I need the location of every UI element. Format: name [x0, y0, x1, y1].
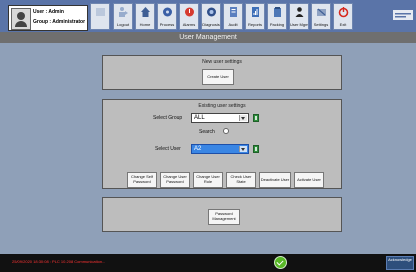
- logout-icon: [119, 7, 128, 17]
- toolbar-label: Packing: [269, 22, 285, 27]
- top-toolbar: User : Admin Group : Administrator Logou…: [0, 0, 416, 32]
- toolbar-button-audit[interactable]: Audit: [223, 3, 243, 30]
- group-refresh-icon[interactable]: [253, 114, 259, 122]
- user-select-value: A2: [194, 146, 202, 152]
- status-message: 25/09/2020 18:30:08 : PLC 10.208 Communi…: [12, 259, 106, 264]
- existing-user-panel: Existing user settings Select Group ALL …: [102, 99, 342, 189]
- change-self-password-button[interactable]: Change Self Password: [127, 172, 157, 188]
- user-management-icon: [295, 7, 304, 17]
- password-management-panel: Password Management: [102, 197, 342, 232]
- toolbar-label: Alarms: [182, 22, 196, 27]
- toolbar-button-packing[interactable]: Packing: [267, 3, 287, 30]
- toolbar-button-reports[interactable]: Reports: [245, 3, 265, 30]
- toolbar-label: Logout: [116, 22, 130, 27]
- toolbar-button-user-mgmt[interactable]: User Mgmt: [289, 3, 309, 30]
- toolbar-button-settings[interactable]: Settings: [311, 3, 331, 30]
- blank-icon: [96, 8, 105, 16]
- create-user-button[interactable]: Create User: [202, 69, 234, 85]
- group-select[interactable]: ALL: [191, 113, 249, 123]
- toolbar-label: Diagnosis: [202, 22, 220, 27]
- existing-user-title: Existing user settings: [198, 103, 246, 109]
- new-user-title: New user settings: [202, 59, 242, 65]
- select-group-label: Select Group: [153, 115, 183, 121]
- chevron-down-icon: [239, 146, 247, 152]
- packing-icon: [274, 7, 281, 17]
- alarm-icon: [185, 7, 194, 17]
- reports-icon: [252, 7, 259, 17]
- toolbar-label: Process: [159, 22, 175, 27]
- new-user-panel: New user settings Create User: [102, 55, 342, 90]
- toolbar-label: Reports: [247, 22, 262, 27]
- change-user-role-button[interactable]: Change User Role: [193, 172, 223, 188]
- deactivate-user-button[interactable]: Deactivate User: [259, 172, 291, 188]
- toolbar-button-home[interactable]: Home: [135, 3, 155, 30]
- toolbar-label: Exit: [339, 22, 347, 27]
- page-title: User Management: [0, 32, 416, 43]
- power-icon: [338, 7, 349, 18]
- toolbar-label: Settings: [313, 22, 329, 27]
- toolbar-label: Home: [139, 22, 151, 27]
- acknowledge-button[interactable]: Acknowledge: [386, 256, 414, 270]
- change-user-password-button[interactable]: Change User Password: [160, 172, 190, 188]
- toolbar-label: Audit: [228, 22, 238, 27]
- toolbar-label: User Mgmt: [290, 22, 308, 27]
- chevron-down-icon: [239, 115, 247, 121]
- toolbar-button-exit[interactable]: Exit: [333, 3, 353, 30]
- search-label: Search: [199, 129, 215, 135]
- process-icon: [163, 7, 172, 17]
- select-user-label: Select User: [155, 146, 181, 152]
- settings-icon: [317, 8, 326, 16]
- brand-logo: [391, 6, 415, 26]
- status-ok-icon: [274, 256, 287, 269]
- brand-logo-icon: [393, 10, 413, 20]
- password-management-button[interactable]: Password Management: [208, 209, 240, 225]
- toolbar-button-logout[interactable]: Logout: [113, 3, 133, 30]
- search-toggle[interactable]: [223, 128, 229, 134]
- group-label: Group : Administrator: [33, 19, 86, 25]
- home-icon: [141, 7, 150, 17]
- toolbar-button-alarms[interactable]: Alarms: [179, 3, 199, 30]
- audit-icon: [230, 7, 237, 17]
- diagnosis-icon: [207, 7, 216, 17]
- toolbar-button-diagnosis[interactable]: Diagnosis: [201, 3, 221, 30]
- check-user-state-button[interactable]: Check User State: [226, 172, 256, 188]
- status-bar: 25/09/2020 18:30:08 : PLC 10.208 Communi…: [0, 254, 416, 272]
- group-select-value: ALL: [194, 115, 205, 121]
- toolbar-button-blank[interactable]: [90, 3, 110, 30]
- activate-user-button[interactable]: Activate User: [294, 172, 324, 188]
- toolbar-button-process[interactable]: Process: [157, 3, 177, 30]
- user-label: User : Admin: [33, 9, 64, 15]
- user-select[interactable]: A2: [191, 144, 249, 154]
- user-info-box: User : Admin Group : Administrator: [8, 5, 88, 31]
- user-avatar-icon: [11, 8, 31, 30]
- user-refresh-icon[interactable]: [253, 145, 259, 153]
